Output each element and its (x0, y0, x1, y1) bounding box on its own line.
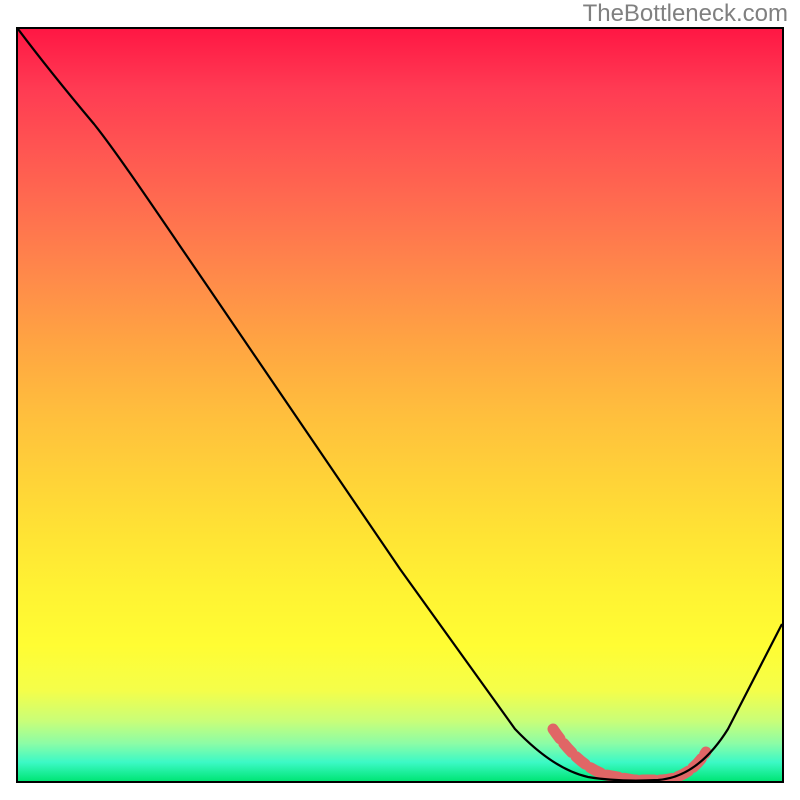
plot-area (16, 27, 784, 783)
chart-container: TheBottleneck.com (0, 0, 800, 800)
bottleneck-curve (18, 29, 782, 781)
curve-svg (18, 29, 782, 781)
attribution-label: TheBottleneck.com (583, 0, 788, 28)
